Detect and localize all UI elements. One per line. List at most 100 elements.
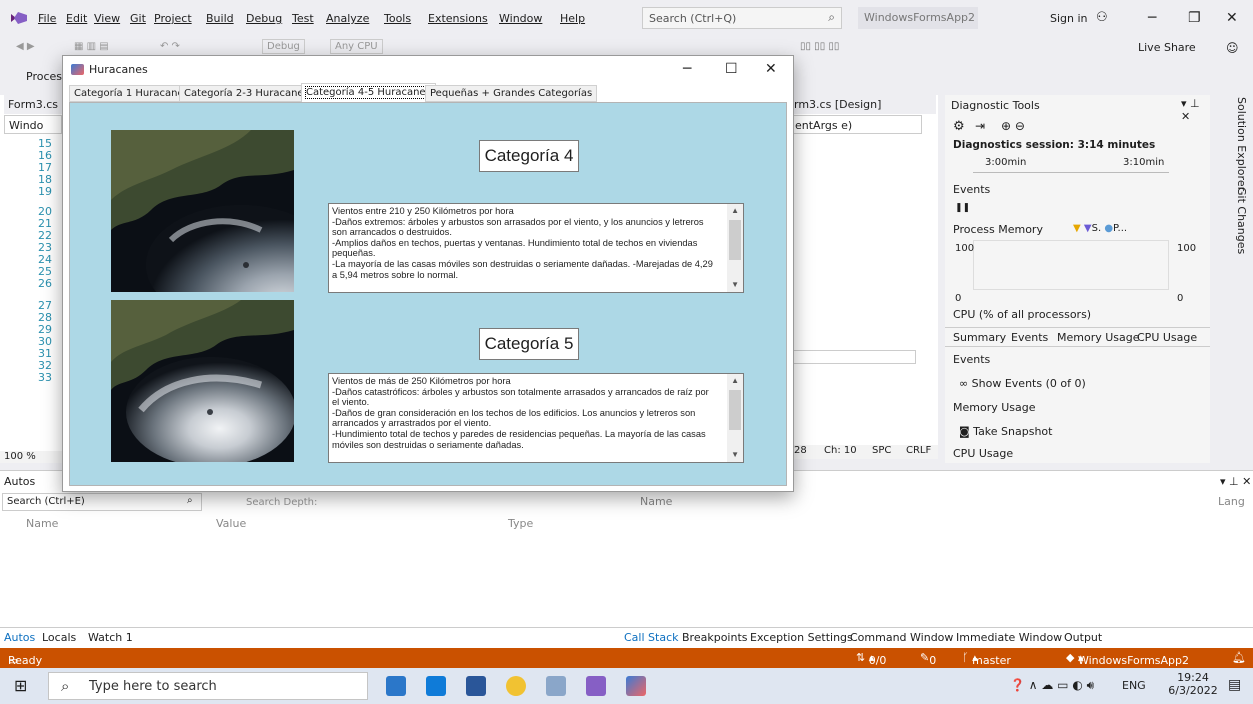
categoria-5-description[interactable]: Vientos de más de 250 Kilómetros por hor… [328, 373, 744, 463]
undo-redo-icons[interactable]: ↶ ↷ [160, 41, 180, 52]
notifications-icon[interactable]: ▤ [1228, 677, 1241, 693]
status-spc: SPC [872, 445, 892, 456]
menu-view[interactable]: View [94, 12, 120, 25]
file-explorer-icon[interactable] [386, 676, 406, 696]
cpu-heading[interactable]: CPU (% of all processors) [953, 308, 1091, 321]
tab-form3-design[interactable]: rm3.cs [Design] [790, 95, 936, 114]
save-icons[interactable]: ▦ ▥ ▤ [74, 41, 109, 52]
windows-start-icon[interactable]: ⊞ [14, 676, 27, 695]
word-icon[interactable] [466, 676, 486, 696]
taskbar-clock[interactable]: 19:24 6/3/2022 [1168, 671, 1218, 697]
status-changes[interactable]: ⇅ 0/0 ▴ [856, 651, 886, 667]
tab-breakpoints[interactable]: Breakpoints [682, 631, 748, 644]
huracanes-app-icon[interactable] [626, 676, 646, 696]
form-title-bar[interactable]: Huracanes ─ ☐ ✕ [63, 56, 793, 84]
chrome-icon[interactable] [506, 676, 526, 696]
col-name[interactable]: Name [640, 495, 672, 508]
tab-categoria-2-3[interactable]: Categoría 2-3 Huracanes [179, 85, 314, 102]
tab-output[interactable]: Output [1064, 631, 1102, 644]
restore-icon[interactable]: ❐ [1188, 10, 1201, 26]
photos-icon[interactable] [546, 676, 566, 696]
pane-pin-icon[interactable]: ▾ ⊥ ✕ [1220, 475, 1251, 488]
tab-exception-settings[interactable]: Exception Settings [750, 631, 853, 644]
legend-snapshot: ▼ ▼S. ●P... [1073, 223, 1128, 234]
zoom-icons[interactable]: ⊕ ⊖ [1001, 119, 1025, 133]
tab-pequenas-grandes[interactable]: Pequeñas + Grandes Categorías [425, 85, 598, 102]
col-name[interactable]: Name [26, 517, 58, 530]
menu-window[interactable]: Window [499, 12, 542, 25]
col-type[interactable]: Type [508, 517, 533, 530]
platform-dropdown[interactable]: Any CPU [330, 39, 383, 54]
minimize-icon[interactable]: ─ [1148, 10, 1156, 26]
status-branch[interactable]: ᚴ master ▴ [962, 651, 1011, 667]
menu-analyze[interactable]: Analyze [326, 12, 369, 25]
system-tray-icons[interactable]: ❓ ∧ ☁ ▭ ◐ 🔊︎ [1010, 678, 1094, 693]
line-number: 33 [38, 371, 52, 384]
vs-search-input[interactable]: Search (Ctrl+Q) ⌕ [642, 7, 842, 29]
categoria-4-description[interactable]: Vientos entre 210 y 250 Kilómetros por h… [328, 203, 744, 293]
close-icon[interactable]: ✕ [1226, 10, 1238, 26]
menu-git[interactable]: Git [130, 12, 146, 25]
tab-autos[interactable]: Autos [4, 631, 35, 644]
menu-extensions[interactable]: Extensions [428, 12, 488, 25]
tab-cpu-usage[interactable]: CPU Usage [1137, 331, 1197, 344]
menu-debug[interactable]: Debug [246, 12, 282, 25]
form-title: Huracanes [89, 63, 148, 76]
menu-help[interactable]: Help [560, 12, 585, 25]
tab-categoria-4-5[interactable]: Categoría 4-5 Huracanes [301, 83, 436, 103]
col-value[interactable]: Value [216, 517, 246, 530]
tab-immediate-window[interactable]: Immediate Window [956, 631, 1062, 644]
menu-test[interactable]: Test [292, 12, 314, 25]
mail-icon[interactable] [426, 676, 446, 696]
tab-watch-1[interactable]: Watch 1 [88, 631, 133, 644]
tab-summary[interactable]: Summary [953, 331, 1006, 344]
account-icon[interactable]: ⚇ [1096, 10, 1108, 25]
categoria-5-label: Categoría 5 [479, 328, 579, 360]
config-dropdown[interactable]: Debug [262, 39, 305, 54]
status-crlf: CRLF [906, 445, 932, 456]
timeline-ruler[interactable]: 3:00min 3:10min [973, 155, 1169, 173]
settings-gear-icon[interactable]: ⚙ [953, 119, 965, 134]
nav-back-forward-icons[interactable]: ◀ ▶ [16, 41, 35, 52]
notification-bell-icon[interactable]: 🔔︎ [1232, 651, 1246, 664]
sign-in-link[interactable]: Sign in [1050, 12, 1088, 25]
menu-file[interactable]: File [38, 12, 56, 25]
git-changes-tab[interactable]: Git Changes [1235, 187, 1248, 254]
method-dropdown[interactable]: entArgs e) [790, 115, 922, 134]
solution-explorer-tab[interactable]: Solution Explorer [1235, 97, 1248, 191]
maximize-icon[interactable]: ☐ [725, 61, 738, 77]
tab-form3-cs[interactable]: Form3.cs [4, 95, 62, 114]
language-indicator[interactable]: ENG [1122, 679, 1146, 692]
tab-categoria-1[interactable]: Categoría 1 Huracanes [69, 85, 194, 102]
visual-studio-icon[interactable] [586, 676, 606, 696]
take-snapshot-button[interactable]: ◙ Take Snapshot [959, 425, 1052, 438]
tab-events[interactable]: Events [1011, 331, 1048, 344]
scrollbar[interactable]: ▲ ▼ [727, 374, 743, 462]
process-memory-heading[interactable]: Process Memory [953, 223, 1043, 236]
tab-locals[interactable]: Locals [42, 631, 76, 644]
menu-tools[interactable]: Tools [384, 12, 411, 25]
pane-pin-icon[interactable]: ▾ ⊥ ✕ [1181, 97, 1210, 123]
tab-memory-usage[interactable]: Memory Usage [1057, 331, 1140, 344]
class-dropdown[interactable]: Windo [4, 115, 62, 134]
status-errors[interactable]: ✎ 0 [920, 651, 936, 667]
status-repo[interactable]: ◆ WindowsFormsApp2 ▴ [1066, 651, 1189, 667]
tab-command-window[interactable]: Command Window [850, 631, 953, 644]
live-share-button[interactable]: Live Share [1138, 41, 1196, 54]
export-icon[interactable]: ⇥ [975, 119, 985, 133]
taskbar-search-input[interactable]: ⌕ Type here to search [48, 672, 368, 700]
minimize-icon[interactable]: ─ [683, 61, 691, 77]
autos-search-input[interactable]: Search (Ctrl+E) ⌕ [2, 493, 202, 511]
feedback-icon[interactable]: ☺ [1226, 41, 1239, 55]
tab-call-stack[interactable]: Call Stack [624, 631, 678, 644]
scrollbar[interactable]: ▲ ▼ [727, 204, 743, 292]
show-events-link[interactable]: ∞ Show Events (0 of 0) [959, 377, 1086, 390]
toolbar-more-icons[interactable]: ▯▯ ▯▯ ▯▯ [800, 41, 839, 52]
close-icon[interactable]: ✕ [765, 61, 777, 77]
col-lang[interactable]: Lang [1218, 495, 1245, 508]
events-heading[interactable]: Events [953, 183, 990, 196]
menu-edit[interactable]: Edit [66, 12, 87, 25]
menu-build[interactable]: Build [206, 12, 234, 25]
menu-project[interactable]: Project [154, 12, 192, 25]
zoom-level[interactable]: 100 % [4, 451, 36, 462]
